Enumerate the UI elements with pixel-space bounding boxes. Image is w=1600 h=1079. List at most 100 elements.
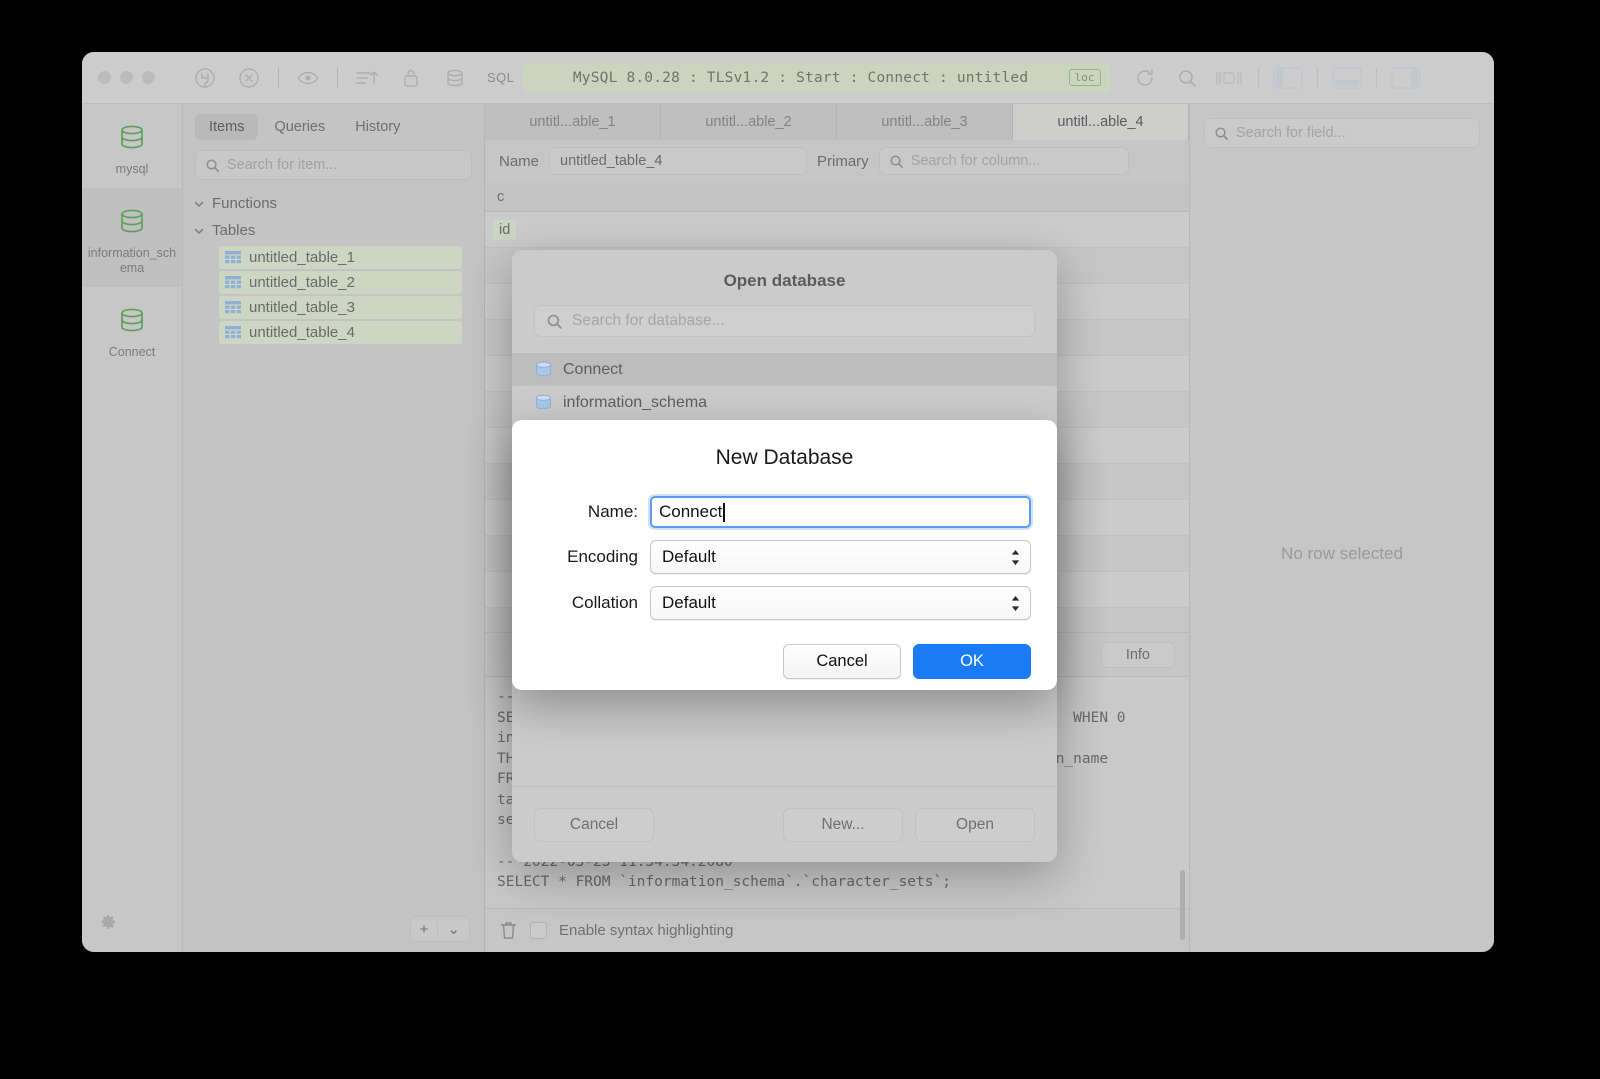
- disconnect-icon[interactable]: [229, 62, 269, 94]
- collation-label: Collation: [538, 593, 650, 613]
- table-row[interactable]: id: [485, 212, 1189, 248]
- open-dialog-cancel-button[interactable]: Cancel: [534, 808, 654, 842]
- list-item[interactable]: untitled_table_2: [219, 271, 462, 294]
- encoding-value: Default: [662, 547, 716, 567]
- refresh-icon[interactable]: [1125, 62, 1165, 94]
- right-panel-icon[interactable]: [1386, 62, 1426, 94]
- eye-icon[interactable]: [288, 62, 328, 94]
- ok-button[interactable]: OK: [913, 644, 1031, 679]
- window-controls[interactable]: [82, 71, 155, 84]
- new-database-modal: New Database Name: Connect Encoding Defa…: [512, 420, 1057, 690]
- stepper-arrows-icon[interactable]: [1010, 595, 1021, 612]
- connection-status-pill[interactable]: MySQL 8.0.28 : TLSv1.2 : Start : Connect…: [523, 63, 1111, 93]
- grid-header-row: c: [485, 182, 1189, 212]
- tab-untitled-table-3[interactable]: untitl...able_3: [837, 104, 1013, 140]
- column-search-input[interactable]: Search for column...: [879, 147, 1129, 175]
- plug-icon[interactable]: [185, 62, 225, 94]
- search-icon[interactable]: [1167, 62, 1207, 94]
- database-name-value: Connect: [659, 502, 722, 522]
- maximize-button[interactable]: [142, 71, 155, 84]
- tab-untitled-table-2[interactable]: untitl...able_2: [661, 104, 837, 140]
- database-name-input[interactable]: Connect: [650, 496, 1031, 528]
- database-icon: [534, 394, 553, 411]
- text-caret: [723, 503, 725, 522]
- console-scrollbar[interactable]: [1180, 870, 1185, 940]
- toolbar-divider: [278, 68, 279, 88]
- settings-gear-icon[interactable]: [96, 911, 118, 938]
- database-list-item-label: Connect: [563, 361, 623, 379]
- open-dialog-new-button[interactable]: New...: [783, 808, 903, 842]
- rail-item-information-schema[interactable]: information_schema: [82, 188, 182, 287]
- item-search-placeholder: Search for item...: [227, 157, 337, 173]
- search-icon: [1214, 126, 1229, 141]
- open-dialog-open-button[interactable]: Open: [915, 808, 1035, 842]
- database-icon[interactable]: [435, 62, 475, 94]
- database-rail: mysql information_schema Connect: [82, 104, 183, 952]
- console-footer: Enable syntax highlighting: [485, 908, 1189, 952]
- encoding-select[interactable]: Default: [650, 540, 1031, 574]
- toolbar-left: [185, 62, 475, 94]
- left-panel-icon[interactable]: [1268, 62, 1308, 94]
- toolbar-divider-2: [337, 68, 338, 88]
- items-tabs: Items Queries History: [183, 104, 484, 146]
- name-field-row: Name: Connect: [538, 496, 1031, 528]
- tree-group-functions[interactable]: Functions: [183, 190, 484, 217]
- sql-label: SQL: [487, 70, 515, 85]
- tab-untitled-table-1[interactable]: untitl...able_1: [485, 104, 661, 140]
- toolbar-divider-4: [1317, 68, 1318, 88]
- rail-item-mysql[interactable]: mysql: [82, 104, 182, 188]
- connection-string: MySQL 8.0.28 : TLSv1.2 : Start : Connect…: [533, 70, 1069, 86]
- tab-queries[interactable]: Queries: [260, 114, 339, 140]
- table-name-row: Name untitled_table_4 Primary Search for…: [485, 140, 1189, 182]
- table-icon: [225, 276, 241, 290]
- items-tree: Functions Tables untitled_table_1: [183, 188, 484, 952]
- encoding-label: Encoding: [538, 547, 650, 567]
- trash-icon[interactable]: [499, 920, 518, 941]
- field-search-input[interactable]: Search for field...: [1204, 118, 1480, 148]
- rail-item-connect[interactable]: Connect: [82, 287, 182, 371]
- search-icon: [546, 313, 563, 330]
- minimize-button[interactable]: [120, 71, 133, 84]
- toolbar-right: [1125, 62, 1426, 94]
- collation-value: Default: [662, 593, 716, 613]
- new-database-title: New Database: [538, 446, 1031, 470]
- add-item-button[interactable]: + ⌄: [410, 916, 470, 942]
- name-field-label: Name:: [538, 502, 650, 522]
- table-name-input[interactable]: untitled_table_4: [549, 147, 807, 175]
- lock-icon[interactable]: [391, 62, 431, 94]
- desktop-background: SQL MySQL 8.0.28 : TLSv1.2 : Start : Con…: [0, 0, 1600, 1079]
- info-button[interactable]: Info: [1101, 642, 1175, 668]
- tab-untitled-table-4[interactable]: untitl...able_4: [1013, 104, 1189, 140]
- list-item[interactable]: untitled_table_4: [219, 321, 462, 344]
- stepper-arrows-icon[interactable]: [1010, 549, 1021, 566]
- sort-up-icon[interactable]: [347, 62, 387, 94]
- table-icon: [225, 251, 241, 265]
- search-icon: [205, 158, 220, 173]
- tree-group-tables[interactable]: Tables: [183, 217, 484, 244]
- bottom-panel-icon[interactable]: [1327, 62, 1367, 94]
- cancel-button[interactable]: Cancel: [783, 644, 901, 679]
- encoding-field-row: Encoding Default: [538, 540, 1031, 574]
- database-list-item-label: information_schema: [563, 394, 707, 412]
- search-icon: [889, 154, 904, 169]
- database-search-input[interactable]: Search for database...: [534, 305, 1035, 337]
- tab-history[interactable]: History: [341, 114, 414, 140]
- database-list-item-information-schema[interactable]: information_schema: [512, 386, 1057, 419]
- database-search-placeholder: Search for database...: [572, 312, 725, 330]
- collation-select[interactable]: Default: [650, 586, 1031, 620]
- center-panel-icon[interactable]: [1209, 62, 1249, 94]
- tree-group-label-functions: Functions: [212, 195, 277, 212]
- app-window: SQL MySQL 8.0.28 : TLSv1.2 : Start : Con…: [82, 52, 1494, 952]
- item-search-input[interactable]: Search for item...: [195, 150, 472, 180]
- list-item[interactable]: untitled_table_3: [219, 296, 462, 319]
- open-database-title: Open database: [512, 250, 1057, 305]
- chevron-down-icon[interactable]: ⌄: [438, 920, 469, 938]
- list-item[interactable]: untitled_table_1: [219, 246, 462, 269]
- primary-label: Primary: [817, 153, 869, 170]
- database-list-item-connect[interactable]: Connect: [512, 353, 1057, 386]
- close-button[interactable]: [98, 71, 111, 84]
- grid-header-cell: c: [497, 189, 504, 205]
- tab-items[interactable]: Items: [195, 114, 258, 140]
- syntax-highlight-checkbox[interactable]: [530, 922, 547, 939]
- list-item-label: untitled_table_2: [249, 274, 355, 291]
